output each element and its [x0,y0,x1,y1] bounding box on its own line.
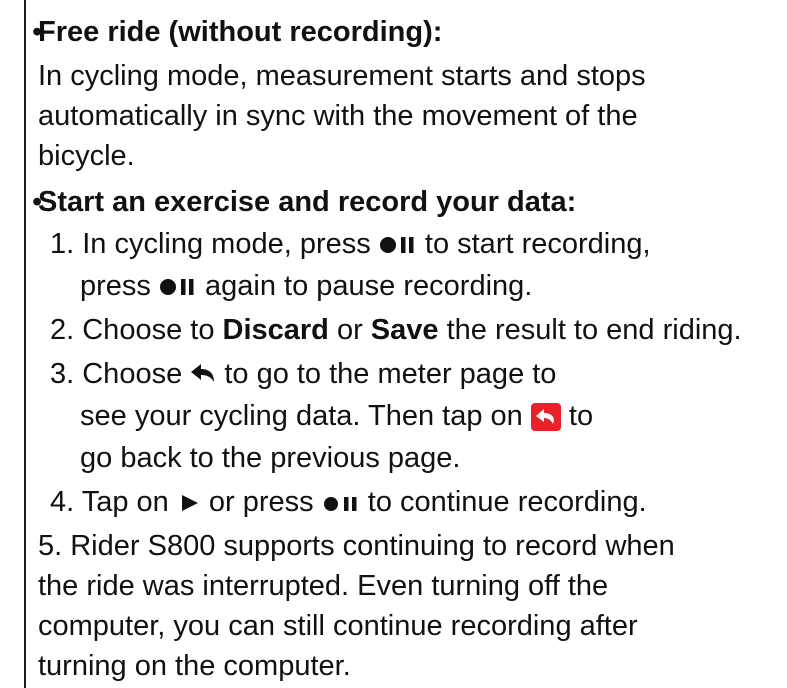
free-ride-text-line: automatically in sync with the movement … [38,100,638,132]
step-1-line: 1. In cycling mode, press to start recor… [50,228,651,260]
step-1-line: press again to pause recording. [80,270,533,302]
record-pause-icon [159,277,197,297]
step-3-line: 3. Choose to go to the meter page to [50,358,557,390]
step-5-line: 5. Rider S800 supports continuing to rec… [38,530,675,562]
step-5-line: turning on the computer. [38,650,351,682]
free-ride-text-line: In cycling mode, measurement starts and … [38,60,646,92]
step-3-line: go back to the previous page. [80,442,461,474]
free-ride-title: Free ride (without recording): [38,16,443,48]
step-5-line: computer, you can still continue recordi… [38,610,638,642]
save-label: Save [370,314,439,346]
record-title: Start an exercise and record your data: [38,186,577,218]
play-icon [177,493,201,513]
red-back-button-icon [530,403,561,432]
left-margin-rule [24,0,26,688]
record-pause-icon [322,493,360,513]
record-pause-icon [379,235,417,255]
step-3-line: see your cycling data. Then tap on to [80,400,594,432]
step-5-line: the ride was interrupted. Even turning o… [38,570,609,602]
step-2-line: 2. Choose to Discard or Save the result … [50,314,742,346]
step-4-line: 4. Tap on or press to continue recording… [50,486,647,518]
free-ride-text-line: bicycle. [38,140,135,172]
back-arrow-icon [190,363,216,387]
discard-label: Discard [222,314,329,346]
